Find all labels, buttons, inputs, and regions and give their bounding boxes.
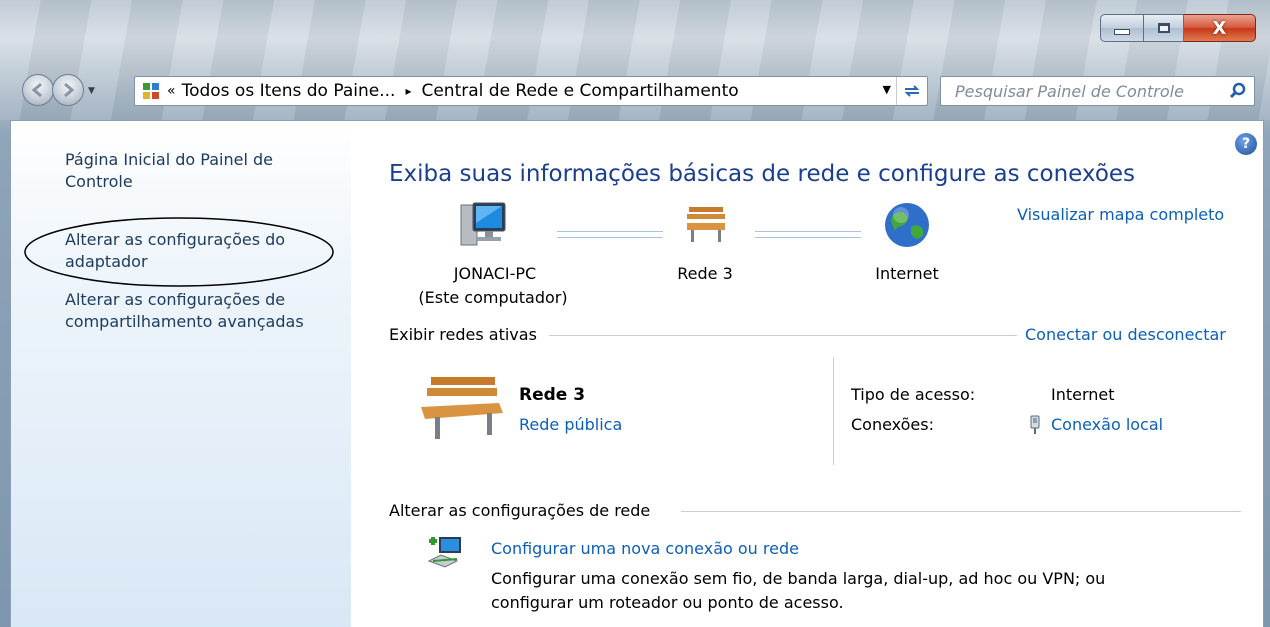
- setup-new-connection-desc-line1: Configurar uma conexão sem fio, de banda…: [491, 569, 1106, 588]
- access-type-label: Tipo de acesso:: [851, 385, 976, 404]
- search-box[interactable]: Pesquisar Painel de Controle: [940, 76, 1255, 106]
- ethernet-connection-icon: [1030, 415, 1040, 434]
- maximize-button[interactable]: [1144, 14, 1184, 42]
- local-connection-link[interactable]: Conexão local: [1051, 415, 1163, 434]
- recent-pages-dropdown[interactable]: ▼: [88, 86, 95, 96]
- refresh-button[interactable]: [896, 77, 927, 105]
- active-networks-divider: [549, 335, 1017, 336]
- active-networks-header: Exibir redes ativas: [389, 325, 537, 344]
- map-line-1: [557, 231, 663, 238]
- active-network-title: Rede 3: [519, 385, 586, 405]
- forward-button[interactable]: [52, 74, 84, 106]
- internet-label: Internet: [875, 264, 939, 283]
- network-type-link[interactable]: Rede pública: [519, 415, 622, 434]
- bench-icon-small: [687, 207, 725, 242]
- sidebar-item-home-line1: Página Inicial do Painel de: [65, 150, 273, 169]
- close-button[interactable]: X: [1184, 14, 1256, 42]
- highlight-ellipse: [24, 217, 334, 287]
- close-icon: X: [1212, 17, 1227, 39]
- computer-name-label: JONACI-PC: [453, 264, 537, 283]
- sidebar-item-home[interactable]: Página Inicial do Painel de Controle: [65, 149, 273, 193]
- window-frame: X ▼ « Todos os Itens do Paine... ▸ Centr…: [0, 0, 1270, 627]
- network-name-label: Rede 3: [677, 264, 733, 283]
- back-button[interactable]: [22, 74, 54, 106]
- minimize-button[interactable]: [1100, 14, 1144, 42]
- navigation-bar: ▼ « Todos os Itens do Paine... ▸ Central…: [0, 70, 1270, 110]
- search-icon[interactable]: [1228, 81, 1248, 101]
- sidebar-item-sharing-settings[interactable]: Alterar as configurações de compartilham…: [65, 289, 304, 333]
- setup-new-connection-desc-line2: configurar um roteador ou ponto de acess…: [491, 593, 844, 612]
- maximize-icon: [1157, 23, 1170, 33]
- breadcrumb-item-all-items[interactable]: Todos os Itens do Paine...: [182, 81, 396, 101]
- refresh-icon: [904, 85, 920, 97]
- internet-globe-icon: [885, 203, 929, 247]
- sidebar: Página Inicial do Painel de Controle Alt…: [11, 121, 351, 627]
- main-panel: ? Exiba suas informações básicas de rede…: [351, 121, 1263, 627]
- connect-disconnect-link[interactable]: Conectar ou desconectar: [1025, 325, 1226, 344]
- breadcrumb-item-network-center[interactable]: Central de Rede e Compartilhamento: [421, 81, 738, 101]
- sidebar-item-sharing-line1: Alterar as configurações de: [65, 290, 286, 309]
- setup-new-connection-link[interactable]: Configurar uma nova conexão ou rede: [491, 539, 799, 558]
- breadcrumb-arrow-icon[interactable]: ▸: [405, 84, 411, 98]
- connections-label: Conexões:: [851, 415, 934, 434]
- address-bar[interactable]: « Todos os Itens do Paine... ▸ Central d…: [134, 76, 928, 106]
- computer-icon: [460, 202, 506, 246]
- new-connection-icon: [427, 537, 461, 568]
- breadcrumb-overflow[interactable]: «: [167, 83, 176, 99]
- map-line-2: [755, 231, 861, 238]
- sidebar-item-home-line2: Controle: [65, 172, 133, 191]
- view-full-map-link[interactable]: Visualizar mapa completo: [1017, 205, 1224, 224]
- caption-buttons: X: [1100, 14, 1256, 44]
- control-panel-icon: [143, 83, 159, 99]
- back-arrow-icon: [31, 82, 42, 98]
- change-settings-header: Alterar as configurações de rede: [389, 501, 651, 520]
- forward-arrow-icon: [64, 82, 75, 98]
- computer-sub-label: (Este computador): [418, 288, 568, 307]
- help-icon[interactable]: ?: [1235, 133, 1257, 155]
- sidebar-item-sharing-line2: compartilhamento avançadas: [65, 312, 304, 331]
- active-networks-vertical-divider: [833, 357, 834, 465]
- bench-icon-large: [421, 377, 503, 439]
- content-area: Página Inicial do Painel de Controle Alt…: [10, 120, 1264, 627]
- access-type-value: Internet: [1051, 385, 1115, 404]
- change-settings-divider: [681, 511, 1241, 512]
- page-title: Exiba suas informações básicas de rede e…: [389, 161, 1136, 187]
- search-input[interactable]: Pesquisar Painel de Controle: [955, 82, 1184, 101]
- address-dropdown-icon[interactable]: ▼: [883, 83, 891, 96]
- minimize-icon: [1114, 29, 1130, 35]
